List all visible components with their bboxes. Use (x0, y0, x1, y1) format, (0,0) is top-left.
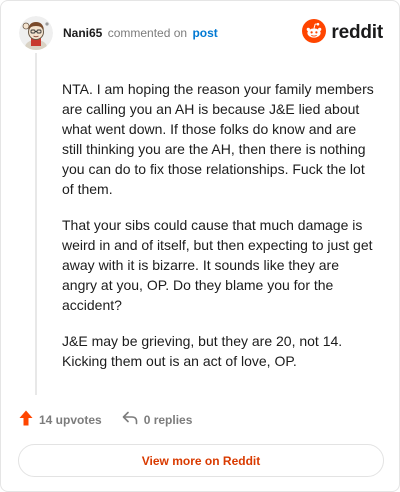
reddit-wordmark: reddit (331, 22, 383, 43)
comment-paragraph: NTA. I am hoping the reason your family … (62, 81, 374, 197)
user-avatar[interactable] (19, 16, 53, 50)
commented-on-text: commented on (107, 26, 188, 40)
comment-paragraph: That your sibs could cause that much dam… (62, 217, 373, 313)
reddit-logo[interactable]: reddit (302, 18, 383, 48)
comment-embed-card: Nani65 commented on post reddit NTA. I a… (0, 0, 400, 492)
upvote-arrow-icon (19, 410, 33, 429)
comment-paragraph: J&E may be grieving, but they are 20, no… (62, 333, 343, 369)
reply-arrow-icon (122, 411, 138, 428)
thread-line (35, 53, 37, 395)
comment-meta: Nani65 commented on post (63, 26, 218, 40)
comment-actions: 14 upvotes 0 replies (19, 410, 192, 429)
username[interactable]: Nani65 (63, 26, 102, 40)
replies-button[interactable]: 0 replies (122, 411, 193, 428)
reply-count: 0 replies (143, 412, 193, 427)
upvote-button[interactable]: 14 upvotes (19, 410, 102, 429)
comment-body: NTA. I am hoping the reason your family … (62, 79, 374, 387)
view-more-button[interactable]: View more on Reddit (18, 444, 384, 477)
reddit-snoo-icon (302, 18, 327, 48)
post-link[interactable]: post (192, 26, 217, 40)
comment-header: Nani65 commented on post reddit (19, 15, 383, 51)
upvote-count: 14 upvotes (39, 412, 102, 427)
